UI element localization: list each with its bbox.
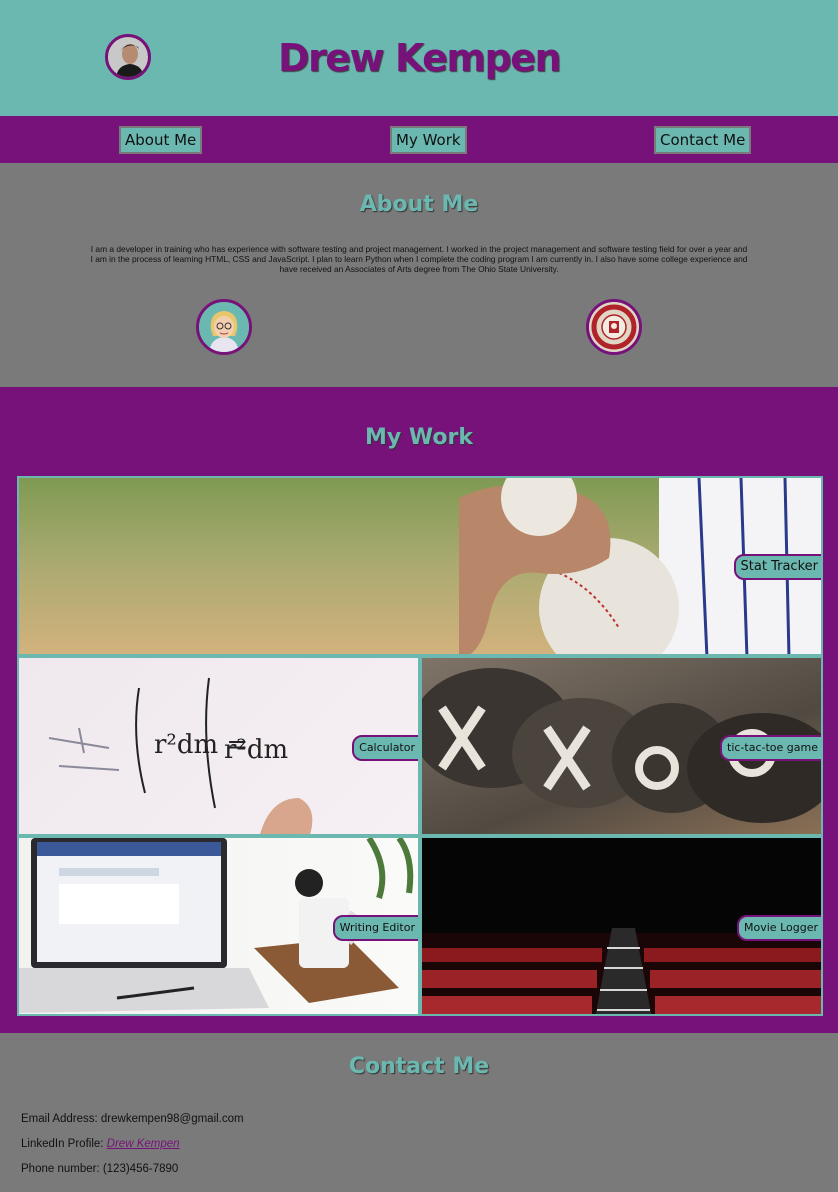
about-section: About Me I am a developer in training wh… — [0, 163, 838, 387]
about-description: I am a developer in training who has exp… — [90, 244, 748, 274]
nav-about-me-button[interactable]: About Me — [119, 126, 203, 154]
cartoon-avatar-icon — [196, 299, 252, 355]
contact-linkedin: LinkedIn Profile: Drew Kempen — [21, 1138, 180, 1150]
project-label[interactable]: Writing Editor — [332, 915, 418, 941]
project-label[interactable]: Calculator — [352, 735, 418, 761]
project-label[interactable]: Movie Logger — [737, 915, 821, 941]
project-tile-writing-editor[interactable]: Writing Editor — [17, 836, 420, 1016]
contact-phone: Phone number: (123)456-7890 — [21, 1163, 179, 1175]
linkedin-label: LinkedIn Profile: — [21, 1138, 104, 1150]
university-seal-icon — [586, 299, 642, 355]
project-tile-movie-logger[interactable]: Movie Logger — [420, 836, 823, 1016]
site-title: Drew Kempen — [277, 36, 562, 80]
project-label[interactable]: tic-tac-toe game — [720, 735, 821, 761]
main-nav: About Me My Work Contact Me — [0, 116, 838, 163]
project-tile-tic-tac-toe[interactable]: tic-tac-toe game — [420, 656, 823, 836]
site-header: Drew Kempen — [0, 0, 838, 116]
contact-email: Email Address: drewkempen98@gmail.com — [21, 1113, 244, 1125]
contact-heading: Contact Me — [348, 1054, 490, 1079]
work-heading: My Work — [365, 425, 473, 450]
about-heading: About Me — [359, 192, 479, 217]
project-tile-stat-tracker[interactable]: Stat Tracker — [17, 476, 823, 656]
project-label[interactable]: Stat Tracker — [733, 554, 821, 580]
project-tile-calculator[interactable]: r²dm = r²dm Calculator — [17, 656, 420, 836]
contact-section: Contact Me Email Address: drewkempen98@g… — [0, 1033, 838, 1192]
work-section: My Work Stat Tracker r²dm = r²dm Calcula… — [0, 387, 838, 1033]
svg-text:r²dm: r²dm — [224, 735, 288, 765]
baseball-image — [459, 478, 821, 654]
nav-contact-me-button[interactable]: Contact Me — [654, 126, 752, 154]
nav-my-work-button[interactable]: My Work — [390, 126, 467, 154]
linkedin-profile-link[interactable]: Drew Kempen — [107, 1138, 180, 1150]
